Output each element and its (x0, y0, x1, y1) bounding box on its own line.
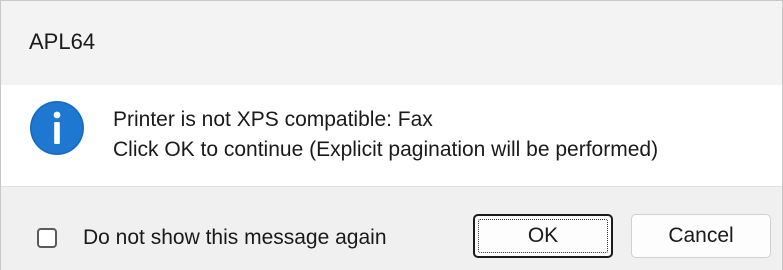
message-text: Printer is not XPS compatible: Fax Click… (113, 105, 658, 165)
dont-show-again-checkbox[interactable] (37, 228, 57, 248)
ok-button-label: OK (527, 224, 559, 247)
message-dialog: APL64 Printer is not XPS compatible: Fax… (0, 0, 783, 270)
dialog-footer: Do not show this message again OK Cancel (1, 186, 782, 270)
message-line-2: Click OK to continue (Explicit paginatio… (113, 138, 659, 161)
dont-show-again-label[interactable]: Do not show this message again (83, 226, 387, 250)
info-icon (30, 101, 84, 155)
message-line-1: Printer is not XPS compatible: Fax (113, 108, 433, 131)
title-bar: APL64 (1, 1, 782, 85)
ok-button[interactable]: OK (473, 214, 613, 258)
cancel-button-label: Cancel (668, 224, 734, 247)
window-title: APL64 (29, 29, 96, 54)
cancel-button[interactable]: Cancel (631, 214, 771, 258)
message-area: Printer is not XPS compatible: Fax Click… (1, 85, 782, 186)
